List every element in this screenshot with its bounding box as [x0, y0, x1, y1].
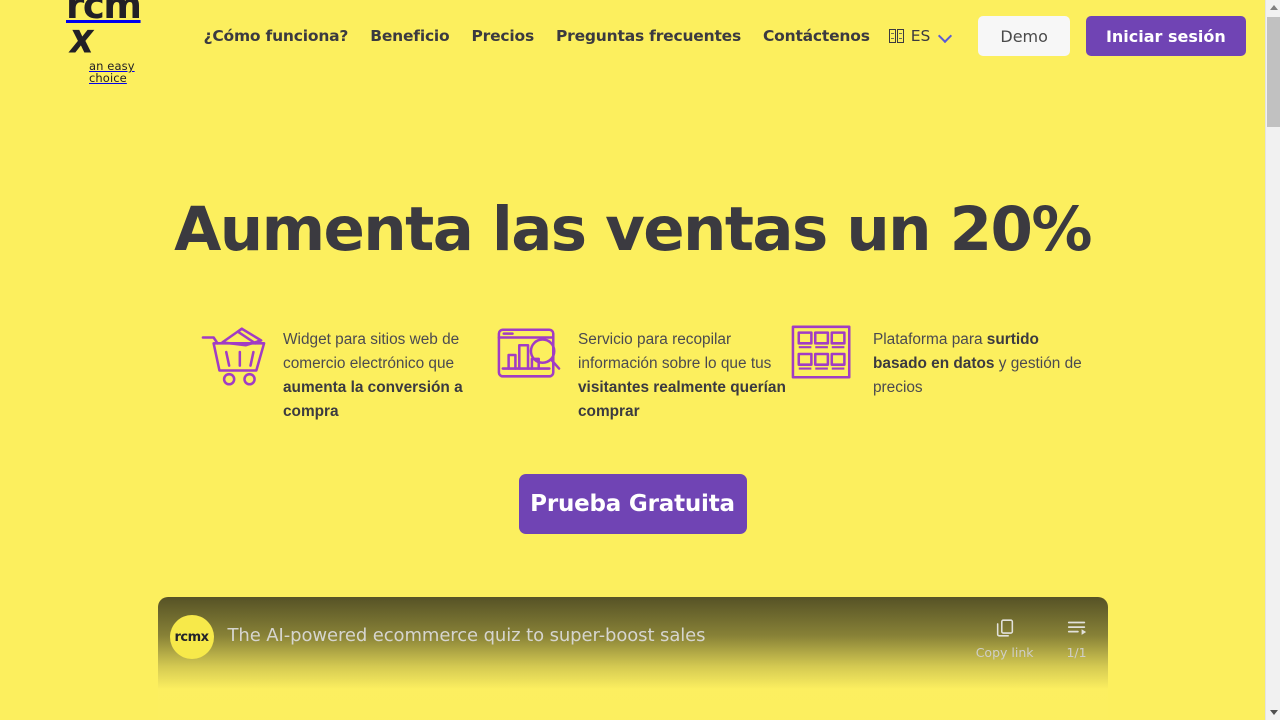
feature-text-bold: visitantes realmente querían comprar: [578, 379, 786, 420]
video-title: The AI-powered ecommerce quiz to super-b…: [227, 625, 706, 646]
logo-tagline: an easy choice: [89, 59, 135, 85]
site-logo[interactable]: rcmx an easy choice: [66, 0, 142, 85]
playlist-icon: [1067, 621, 1086, 635]
free-trial-button[interactable]: Prueba Gratuita: [518, 474, 747, 534]
playlist-count-label: 1/1: [1066, 645, 1087, 660]
copy-link-label: Copy link: [975, 645, 1034, 660]
nav-item-how-it-works[interactable]: ¿Cómo funciona?: [193, 21, 360, 51]
scrollbar-thumb[interactable]: [1267, 17, 1280, 127]
feature-item: Plataforma para surtido basado en datos …: [789, 321, 1084, 424]
feature-text-plain: Widget para sitios web de comercio elect…: [283, 331, 460, 372]
video-channel-avatar[interactable]: rcmx: [169, 615, 214, 659]
nav-item-benefit[interactable]: Beneficio: [359, 21, 460, 51]
feature-text: Plataforma para surtido basado en datos …: [873, 321, 1084, 400]
feature-text-plain: Plataforma para: [873, 331, 987, 348]
video-player[interactable]: rcmx The AI-powered ecommerce quiz to su…: [157, 597, 1108, 720]
flag-icon: [888, 29, 904, 43]
playlist-button[interactable]: 1/1: [1066, 617, 1088, 660]
feature-text-plain: Servicio para recopilar información sobr…: [578, 331, 772, 372]
video-topbar: rcmx The AI-powered ecommerce quiz to su…: [158, 611, 1108, 660]
feature-text-bold: aumenta la conversión a compra: [283, 379, 463, 420]
language-code: ES: [910, 27, 931, 45]
page-title: Aumenta las ventas un 20%: [174, 194, 1092, 265]
header-actions: ES Demo Iniciar sesión: [881, 16, 1265, 56]
shopping-cart-icon: [201, 327, 266, 386]
logo-word-x: x: [66, 14, 97, 63]
feature-text: Widget para sitios web de comercio elect…: [283, 321, 494, 424]
main-navigation: ¿Cómo funciona? Beneficio Precios Pregun…: [193, 21, 881, 51]
video-controls: Copy link 1/1: [976, 611, 1088, 660]
nav-item-pricing[interactable]: Precios: [461, 21, 546, 51]
logo-wordmark: rcmx: [66, 0, 142, 63]
scroll-up-arrow-icon[interactable]: [1266, 0, 1280, 15]
feature-text: Servicio para recopilar información sobr…: [578, 321, 789, 424]
feature-list: Widget para sitios web de comercio elect…: [0, 321, 1265, 424]
site-header: rcmx an easy choice ¿Cómo funciona? Bene…: [0, 0, 1265, 83]
video-channel-label: rcmx: [174, 629, 209, 645]
scroll-down-arrow-icon[interactable]: [1266, 705, 1280, 720]
analytics-search-icon: [497, 328, 561, 378]
nav-item-faq[interactable]: Preguntas frecuentes: [545, 21, 752, 51]
page-viewport: rcmx an easy choice ¿Cómo funciona? Bene…: [0, 0, 1265, 720]
copy-link-icon: [996, 619, 1013, 637]
demo-button[interactable]: Demo: [978, 16, 1070, 56]
feature-item: Servicio para recopilar información sobr…: [494, 321, 789, 424]
cta-container: Prueba Gratuita: [0, 474, 1265, 534]
feature-item: Widget para sitios web de comercio elect…: [199, 321, 494, 424]
nav-item-contact[interactable]: Contáctenos: [752, 21, 881, 51]
copy-link-button[interactable]: Copy link: [976, 617, 1034, 660]
chevron-down-icon: [939, 30, 952, 43]
page-scrollbar[interactable]: [1265, 0, 1280, 720]
product-grid-icon: [791, 325, 851, 379]
login-button[interactable]: Iniciar sesión: [1085, 16, 1246, 56]
language-selector[interactable]: ES: [881, 21, 961, 51]
